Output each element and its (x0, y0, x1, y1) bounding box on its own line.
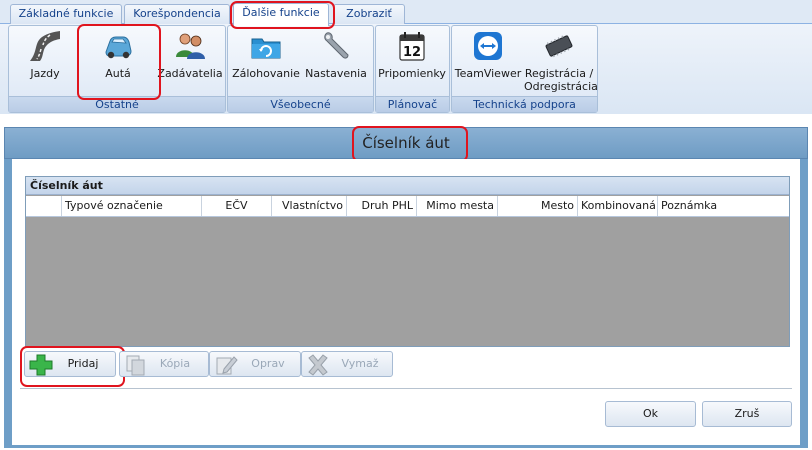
grid-header-row: Typové označenie EČV Vlastníctvo Druh PH… (26, 196, 789, 217)
ribbon-group-label: Plánovač (376, 96, 449, 112)
ok-button-label: Ok (642, 407, 659, 420)
column-header-druh-phl[interactable]: Druh PHL (347, 196, 417, 216)
teamviewer-button[interactable]: TeamViewer (454, 29, 522, 80)
cancel-button[interactable]: Zruš (702, 401, 792, 427)
nastavenia-label: Nastavenia (305, 67, 367, 80)
pripomienky-button[interactable]: 12 Pripomienky (378, 29, 446, 80)
zadavatelia-button[interactable]: Zadávatelia (157, 29, 223, 80)
tab-zakladne-funkcie[interactable]: Základné funkcie (10, 4, 122, 24)
highlight-title-marker (352, 126, 468, 162)
pripomienky-label: Pripomienky (378, 67, 446, 80)
delete-x-icon (308, 354, 328, 376)
cars-grid[interactable]: Číselník áut Typové označenie EČV Vlastn… (25, 176, 790, 347)
column-header-kombinovana[interactable]: Kombinovaná (578, 196, 658, 216)
highlight-tab-marker (230, 1, 335, 29)
teamviewer-label: TeamViewer (454, 67, 522, 80)
column-header-ecv[interactable]: EČV (202, 196, 272, 216)
backup-folder-icon (251, 38, 281, 59)
ribbon-group-label: Všeobecné (228, 96, 373, 112)
ribbon-group-vseobecne: Zálohovanie Nastavenia Všeobecné (227, 25, 374, 113)
tab-zobrazit[interactable]: Zobraziť (333, 4, 405, 24)
column-header-mesto[interactable]: Mesto (498, 196, 578, 216)
grid-caption: Číselník áut (26, 177, 789, 195)
ok-button[interactable]: Ok (605, 401, 696, 427)
zalohovanie-button[interactable]: Zálohovanie (232, 29, 300, 80)
jazdy-label: Jazdy (30, 67, 60, 80)
calendar-day-number: 12 (403, 45, 421, 60)
column-header-vlastnictvo[interactable]: Vlastníctvo (272, 196, 347, 216)
ribbon-group-label: Technická podpora (452, 96, 597, 112)
edit-pencil-icon (216, 356, 238, 375)
teamviewer-icon (474, 32, 502, 60)
zadavatelia-label: Zadávatelia (157, 67, 223, 80)
edit-button[interactable]: Oprav (209, 351, 301, 377)
users-icon (176, 33, 205, 59)
ribbon-group-technicka-podpora: TeamViewer Registrácia / Odregistrácia T… (451, 25, 598, 113)
wrench-icon (324, 32, 349, 59)
registracia-label-line2: Odregistrácia (524, 80, 598, 93)
column-header-mimo-mesta[interactable]: Mimo mesta (417, 196, 498, 216)
column-header-poznamka[interactable]: Poznámka (658, 196, 789, 216)
jazdy-button[interactable]: Jazdy (15, 29, 75, 80)
separator (20, 388, 792, 389)
calendar-icon: 12 (399, 32, 425, 61)
delete-button[interactable]: Vymaž (301, 351, 393, 377)
column-header-typove-oznacenie[interactable]: Typové označenie (62, 196, 202, 216)
copy-button[interactable]: Kópia (119, 351, 209, 377)
edit-button-label: Oprav (251, 357, 285, 370)
ribbon-tab-strip: Základné funkcie Korešpondencia Ďalšie f… (0, 0, 812, 26)
copy-button-label: Kópia (159, 357, 191, 370)
cancel-button-label: Zruš (734, 407, 760, 420)
tab-korespondencia[interactable]: Korešpondencia (124, 4, 230, 24)
highlight-auta-marker (77, 24, 161, 100)
chip-icon (545, 35, 573, 58)
ribbon-group-planovac: 12 Pripomienky Plánovač (375, 25, 450, 113)
registracia-button[interactable]: Registrácia / Odregistrácia (524, 29, 598, 93)
registracia-label-line1: Registrácia / (524, 67, 594, 80)
road-icon (30, 31, 60, 61)
highlight-add-marker (20, 346, 125, 387)
nastavenia-button[interactable]: Nastavenia (304, 29, 368, 80)
grid-row-indicator-header (26, 196, 62, 216)
zalohovanie-label: Zálohovanie (232, 67, 300, 80)
delete-button-label: Vymaž (341, 357, 379, 370)
